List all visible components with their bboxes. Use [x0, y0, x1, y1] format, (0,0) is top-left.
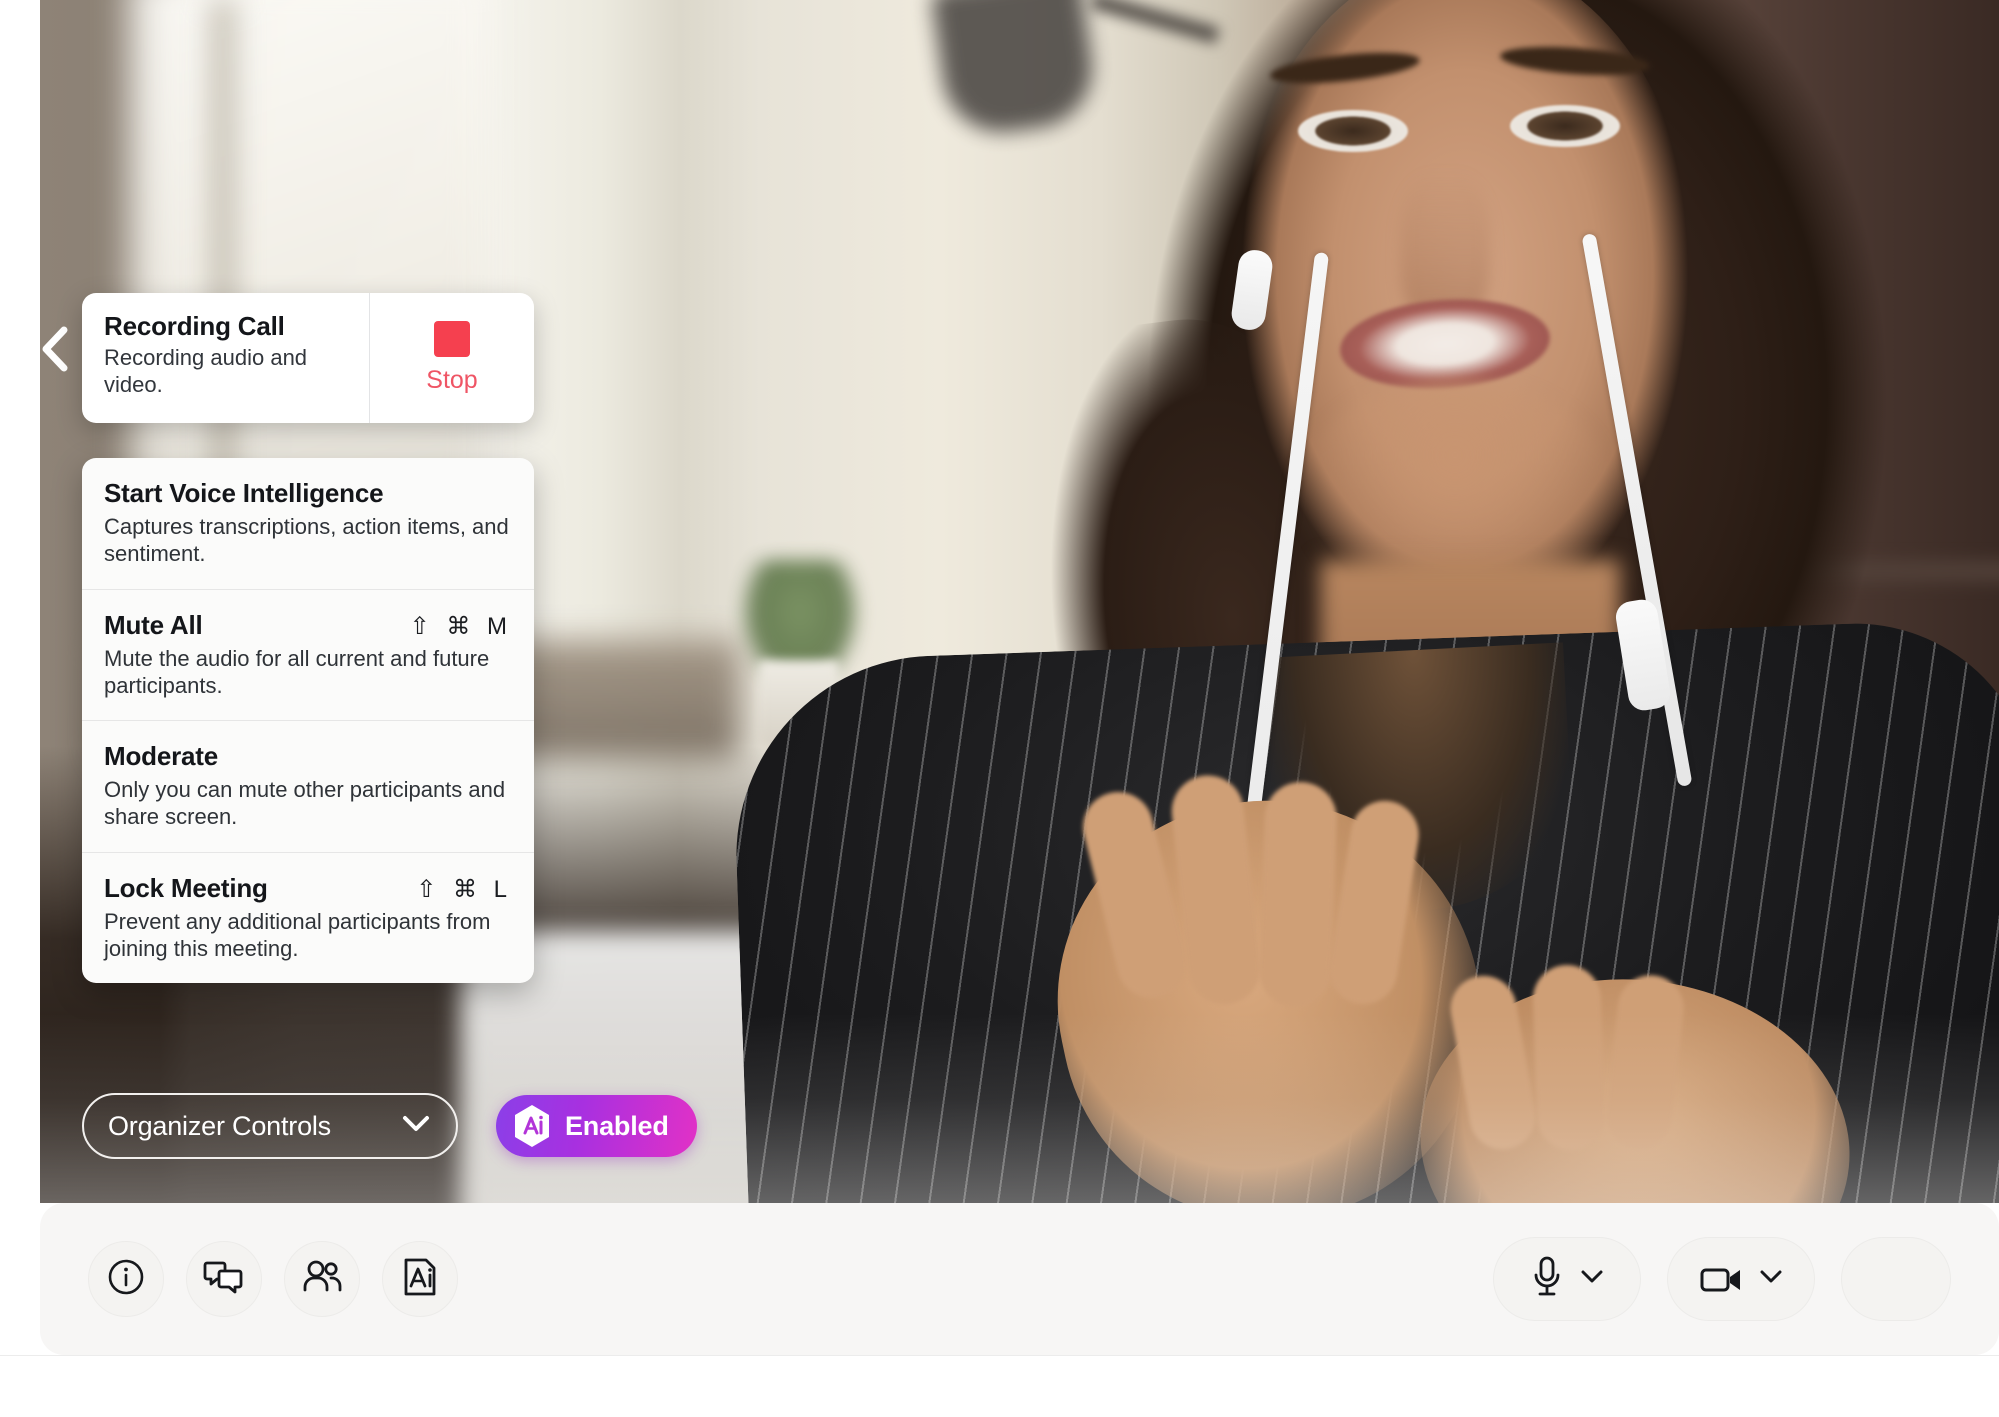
stop-square-icon: [434, 321, 470, 357]
people-icon: [300, 1257, 344, 1302]
menu-item-header: Start Voice Intelligence: [104, 478, 512, 509]
meeting-info-button[interactable]: [88, 1241, 164, 1317]
recording-call-subtitle: Recording audio and video.: [104, 345, 308, 397]
toolbar-left-group: [88, 1241, 458, 1317]
call-toolbar: [40, 1203, 1999, 1355]
finger: [1258, 780, 1338, 1009]
chevron-down-icon[interactable]: [1759, 1269, 1783, 1289]
organizer-controls-row: Organizer Controls Enabled: [82, 1093, 697, 1159]
microphone-icon: [1530, 1255, 1564, 1304]
organizer-controls-dropdown[interactable]: Organizer Controls: [82, 1093, 458, 1159]
menu-item-description: Mute the audio for all current and futur…: [104, 645, 490, 698]
chevron-left-icon[interactable]: [38, 326, 72, 372]
camera-button[interactable]: [1667, 1237, 1815, 1321]
stop-recording-button[interactable]: Stop: [369, 293, 534, 423]
chat-button[interactable]: [186, 1241, 262, 1317]
menu-item-mute-all[interactable]: Mute All ⇧ ⌘ M Mute the audio for all cu…: [82, 590, 534, 722]
window-bottom-strip: [0, 1355, 1999, 1417]
voice-intelligence-enabled-badge[interactable]: Enabled: [496, 1095, 697, 1157]
finger: [1531, 963, 1607, 1152]
menu-item-start-voice-intelligence[interactable]: Start Voice Intelligence Captures transc…: [82, 458, 534, 590]
menu-item-header: Lock Meeting ⇧ ⌘ L: [104, 873, 512, 904]
menu-item-title: Moderate: [104, 741, 218, 772]
menu-item-description: Captures transcriptions, action items, a…: [104, 514, 509, 567]
ai-note-icon: [400, 1256, 440, 1303]
video-call-app: Recording Call Recording audio and video…: [0, 0, 1999, 1417]
participants-button[interactable]: [284, 1241, 360, 1317]
microphone-button[interactable]: [1493, 1237, 1641, 1321]
chat-bubbles-icon: [203, 1257, 245, 1302]
recording-call-text: Recording Call Recording audio and video…: [82, 293, 369, 423]
menu-item-shortcut: ⇧ ⌘ L: [416, 875, 512, 903]
menu-item-header: Moderate: [104, 741, 512, 772]
menu-item-description: Only you can mute other participants and…: [104, 777, 506, 830]
menu-item-description: Prevent any additional participants from…: [104, 908, 491, 961]
menu-item-shortcut: ⇧ ⌘ M: [409, 612, 512, 640]
organizer-controls-menu: Start Voice Intelligence Captures transc…: [82, 458, 534, 984]
video-camera-icon: [1700, 1268, 1740, 1292]
menu-item-title: Lock Meeting: [104, 872, 268, 903]
menu-item-title: Start Voice Intelligence: [104, 478, 384, 508]
menu-item-header: Mute All ⇧ ⌘ M: [104, 610, 512, 641]
chevron-down-icon: [402, 1115, 430, 1138]
eye-left: [1298, 110, 1408, 152]
more-options-button[interactable]: [1841, 1237, 1951, 1321]
menu-item-title: Mute All: [104, 609, 203, 640]
menu-item-lock-meeting[interactable]: Lock Meeting ⇧ ⌘ L Prevent any additiona…: [82, 853, 534, 984]
toolbar-right-group: [1493, 1237, 1951, 1321]
stop-recording-label: Stop: [426, 366, 478, 394]
info-circle-icon: [106, 1257, 146, 1302]
ai-hexagon-icon: [512, 1104, 552, 1148]
chevron-down-icon[interactable]: [1580, 1269, 1604, 1289]
organizer-controls-label: Organizer Controls: [108, 1110, 331, 1141]
voice-intelligence-button[interactable]: [382, 1241, 458, 1317]
eye-right: [1510, 105, 1620, 147]
menu-item-moderate[interactable]: Moderate Only you can mute other partici…: [82, 721, 534, 853]
recording-call-card: Recording Call Recording audio and video…: [82, 293, 534, 423]
enabled-badge-label: Enabled: [565, 1110, 669, 1141]
recording-call-title: Recording Call: [104, 311, 285, 341]
